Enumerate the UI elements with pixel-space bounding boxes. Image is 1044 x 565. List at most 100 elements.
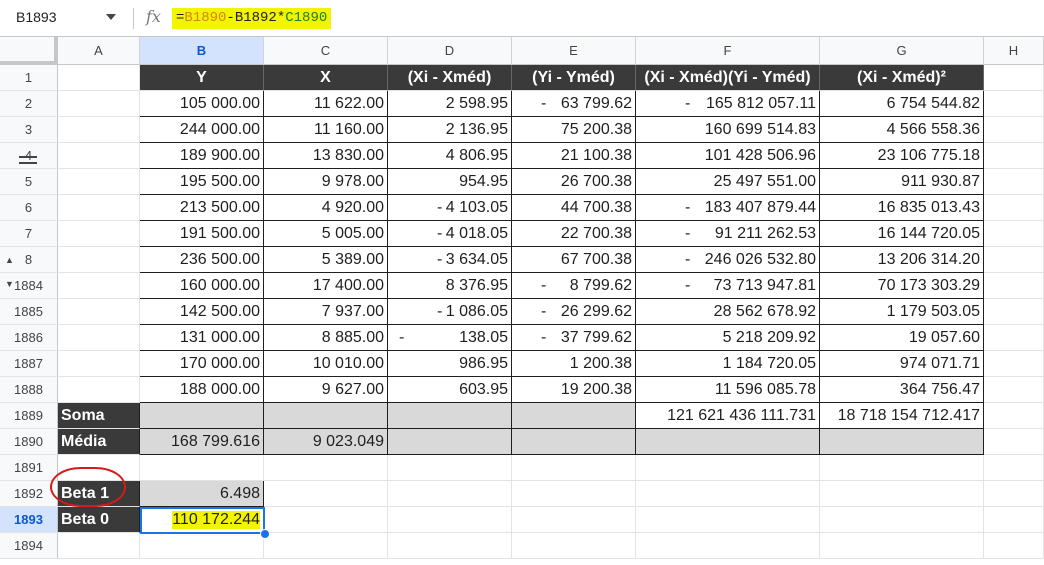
table-cell[interactable]: 19 057.60 [820,325,984,351]
row-resize-icon[interactable] [19,162,37,164]
grid-cell[interactable] [388,481,512,507]
select-all-corner[interactable] [0,37,58,65]
grid-cell[interactable] [984,533,1044,559]
table-cell[interactable]: -4 103.05 [388,195,512,221]
beta1-value[interactable]: 6.498 [140,481,264,507]
table-cell[interactable]: 28 562 678.92 [636,299,820,325]
row-header-1885[interactable]: 1885 [0,299,58,325]
row-header-1890[interactable]: 1890 [0,429,58,455]
table-cell[interactable]: 8 376.95 [388,273,512,299]
table-cell[interactable]: - 138.05 [388,325,512,351]
column-header-b[interactable]: B [140,37,264,65]
grid-cell[interactable] [636,481,820,507]
table-cell[interactable]: 11 622.00 [264,91,388,117]
grid-cell[interactable] [984,195,1044,221]
beta0-label[interactable]: Beta 0 [58,507,140,533]
grid-cell[interactable] [984,325,1044,351]
grid-cell[interactable] [140,533,264,559]
table-cell[interactable]: 1 200.38 [512,351,636,377]
grid-cell[interactable] [984,351,1044,377]
media-empty-cell[interactable] [512,429,636,455]
table-cell[interactable]: 22 700.38 [512,221,636,247]
table-cell[interactable]: 1 184 720.05 [636,351,820,377]
grid-cell[interactable] [264,455,388,481]
table-cell[interactable]: 26 700.38 [512,169,636,195]
table-cell[interactable]: 16 144 720.05 [820,221,984,247]
grid-cell[interactable] [264,507,388,533]
table-cell[interactable]: 75 200.38 [512,117,636,143]
grid-cell[interactable] [264,533,388,559]
grid-cell[interactable] [820,507,984,533]
table-cell[interactable]: 364 756.47 [820,377,984,403]
row-header-1893[interactable]: 1893 [0,507,58,533]
media-empty-cell[interactable] [636,429,820,455]
grid-cell[interactable] [58,221,140,247]
row-header-1888[interactable]: 1888 [0,377,58,403]
column-header-f[interactable]: F [636,37,820,65]
table-cell[interactable]: -4 018.05 [388,221,512,247]
media-empty-cell[interactable] [388,429,512,455]
grid-cell[interactable] [58,91,140,117]
soma-empty-cell[interactable] [388,403,512,429]
table-cell[interactable]: 6 754 544.82 [820,91,984,117]
table-cell[interactable]: -3 634.05 [388,247,512,273]
grid-cell[interactable] [984,221,1044,247]
soma-value-f[interactable]: 121 621 436 111.731 [636,403,820,429]
column-title[interactable]: X [264,65,388,91]
table-cell[interactable]: 954.95 [388,169,512,195]
grid-cell[interactable] [984,169,1044,195]
media-label[interactable]: Média [58,429,140,455]
table-cell[interactable]: 4 920.00 [264,195,388,221]
row-header-1889[interactable]: 1889 [0,403,58,429]
chevron-down-icon[interactable] [106,14,116,20]
soma-empty-cell[interactable] [264,403,388,429]
table-cell[interactable]: 9 627.00 [264,377,388,403]
table-cell[interactable]: 189 900.00 [140,143,264,169]
table-cell[interactable]: 2 136.95 [388,117,512,143]
table-cell[interactable]: 2 598.95 [388,91,512,117]
table-cell[interactable]: 21 100.38 [512,143,636,169]
table-cell[interactable]: -246 026 532.80 [636,247,820,273]
table-cell[interactable]: -183 407 879.44 [636,195,820,221]
collapse-down-icon[interactable]: ▼ [5,279,14,289]
grid-cell[interactable] [820,481,984,507]
grid-cell[interactable] [820,455,984,481]
grid-cell[interactable] [58,65,140,91]
row-header-1894[interactable]: 1894 [0,533,58,559]
grid-cell[interactable] [58,247,140,273]
row-header-1886[interactable]: 1886 [0,325,58,351]
grid-cell[interactable] [58,169,140,195]
column-title[interactable]: (Xi - Xméd)(Yi - Yméd) [636,65,820,91]
table-cell[interactable]: 16 835 013.43 [820,195,984,221]
table-cell[interactable]: 101 428 506.96 [636,143,820,169]
column-header-h[interactable]: H [984,37,1044,65]
table-cell[interactable]: 13 830.00 [264,143,388,169]
grid-cell[interactable] [58,299,140,325]
row-header-2[interactable]: 2 [0,91,58,117]
grid-cell[interactable] [140,455,264,481]
table-cell[interactable]: 23 106 775.18 [820,143,984,169]
grid-cell[interactable] [388,507,512,533]
grid-cell[interactable] [58,195,140,221]
grid-cell[interactable] [984,455,1044,481]
table-cell[interactable]: 70 173 303.29 [820,273,984,299]
grid-cell[interactable] [984,273,1044,299]
grid-cell[interactable] [512,481,636,507]
table-cell[interactable]: 10 010.00 [264,351,388,377]
table-cell[interactable]: 8 885.00 [264,325,388,351]
table-cell[interactable]: 19 200.38 [512,377,636,403]
table-cell[interactable]: - 73 713 947.81 [636,273,820,299]
grid-cell[interactable] [984,65,1044,91]
grid-cell[interactable] [512,507,636,533]
grid-cell[interactable] [512,455,636,481]
grid-cell[interactable] [636,455,820,481]
beta0-value[interactable]: 110 172.244 [140,507,264,533]
table-cell[interactable]: 5 389.00 [264,247,388,273]
table-cell[interactable]: 160 000.00 [140,273,264,299]
grid-cell[interactable] [984,91,1044,117]
table-cell[interactable]: -63 799.62 [512,91,636,117]
row-header-1892[interactable]: 1892 [0,481,58,507]
table-cell[interactable]: -165 812 057.11 [636,91,820,117]
table-cell[interactable]: 5 005.00 [264,221,388,247]
table-cell[interactable]: 188 000.00 [140,377,264,403]
